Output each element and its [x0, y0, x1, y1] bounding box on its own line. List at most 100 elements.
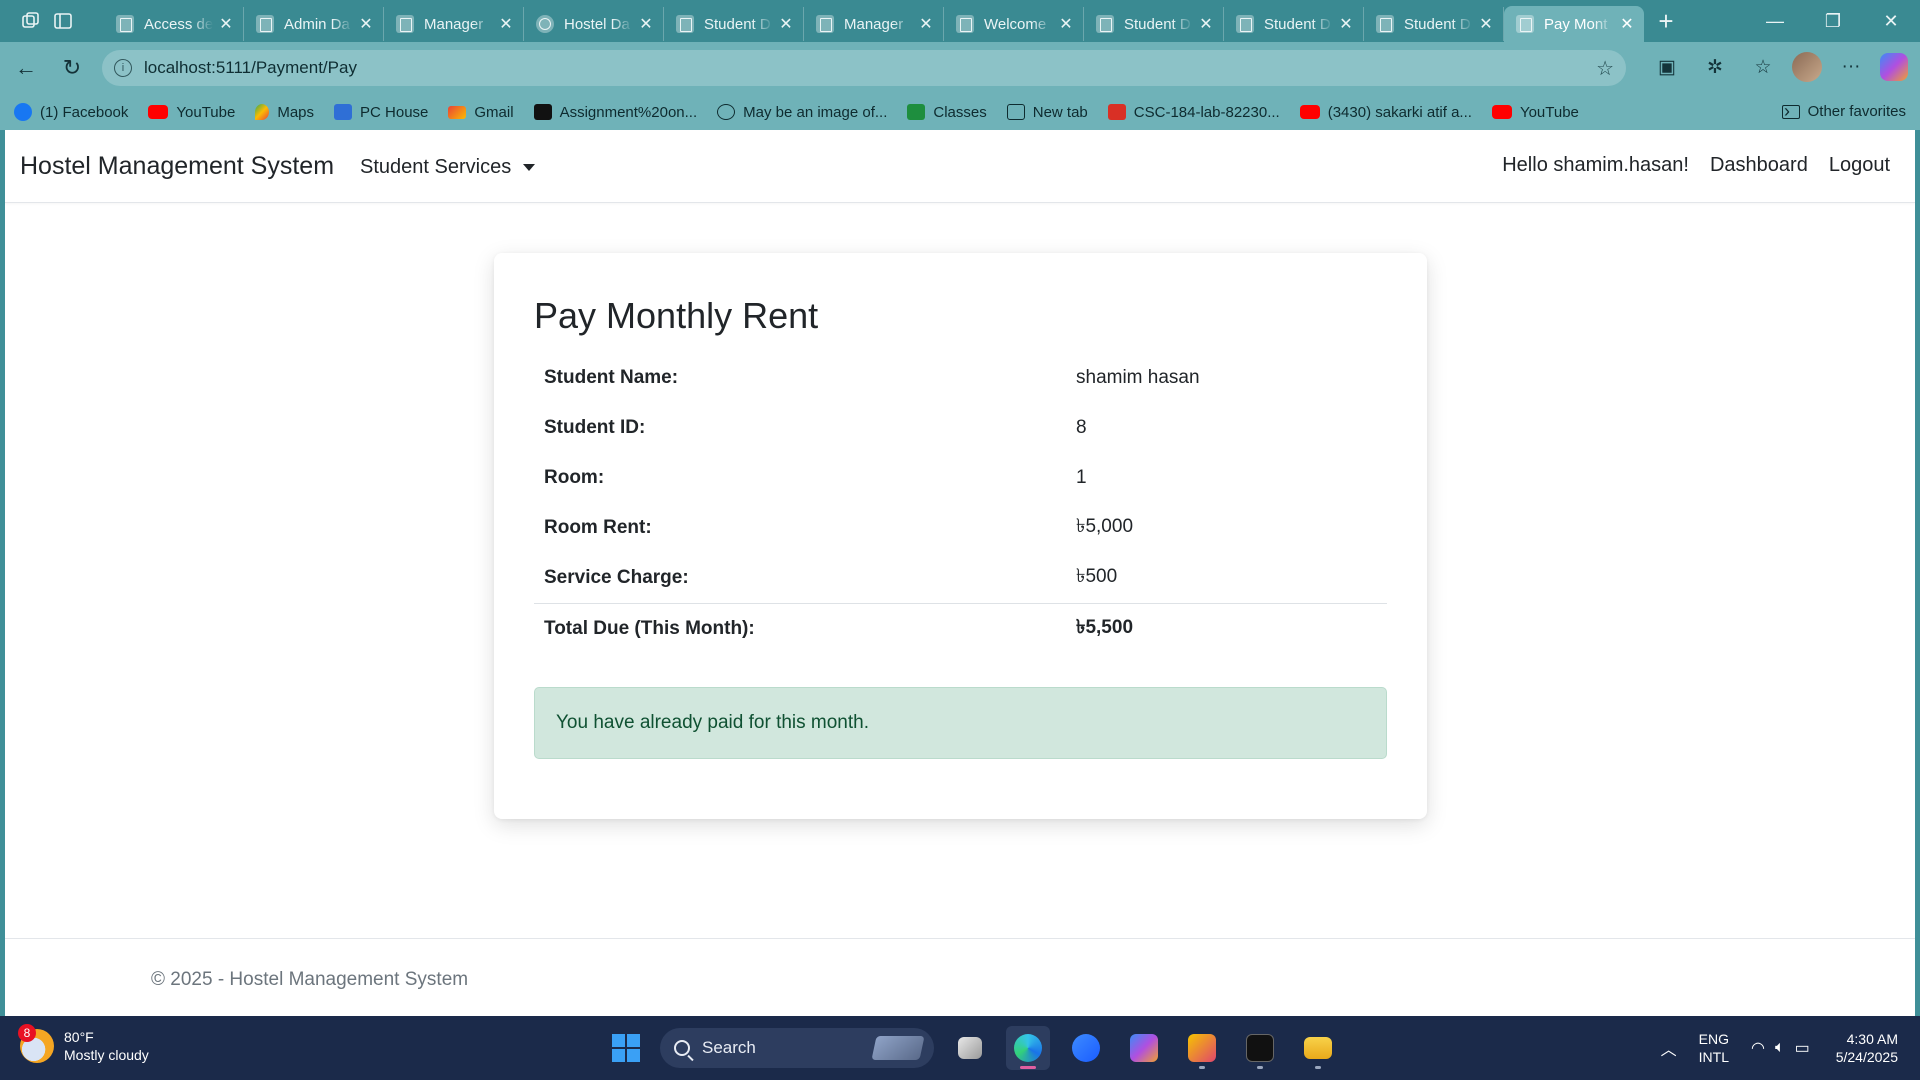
bookmark-label: (3430) sakarki atif a... [1327, 103, 1472, 121]
dashboard-link[interactable]: Dashboard [1710, 154, 1808, 177]
copilot-icon[interactable] [1880, 53, 1908, 81]
close-tab-icon[interactable]: ✕ [357, 14, 375, 34]
student-services-dropdown[interactable]: Student Services [360, 156, 536, 179]
profile-avatar[interactable] [1792, 52, 1822, 82]
browser-tab[interactable]: Student D ✕ [1084, 7, 1224, 41]
windows-start-icon[interactable] [606, 1028, 646, 1068]
volume-icon[interactable]: 🔈︎ [1775, 1039, 1785, 1057]
snipping-tool-icon[interactable] [1180, 1026, 1224, 1070]
wifi-icon[interactable]: ◠ [1751, 1038, 1765, 1058]
messenger-icon[interactable] [1064, 1026, 1108, 1070]
page-viewport: Hostel Management System Student Service… [5, 130, 1915, 1016]
browser-tab[interactable]: Manager ✕ [384, 7, 524, 41]
restore-icon[interactable]: ❐ [1804, 0, 1862, 42]
nt-icon [1006, 104, 1025, 120]
url-text: localhost:5111/Payment/Pay [144, 58, 357, 77]
other-favorites[interactable]: Other favorites [1781, 103, 1906, 120]
bookmark-label: Gmail [474, 103, 514, 121]
browser-tab[interactable]: Pay Mont ✕ [1504, 6, 1644, 42]
bookmark-item[interactable]: (3430) sakarki atif a... [1299, 103, 1472, 121]
new-tab-button[interactable]: + [1648, 6, 1684, 37]
task-view-icon[interactable] [948, 1026, 992, 1070]
weather-widget[interactable]: 8 80°F Mostly cloudy [18, 1024, 149, 1064]
search-icon [674, 1040, 690, 1056]
refresh-icon[interactable]: ↻ [52, 48, 92, 88]
favorite-star-icon[interactable]: ☆ [1596, 56, 1614, 81]
bookmark-label: YouTube [176, 103, 236, 121]
close-tab-icon[interactable]: ✕ [1057, 14, 1075, 34]
globe-icon [536, 15, 554, 33]
page-icon [256, 15, 274, 33]
bookmark-item[interactable]: May be an image of... [717, 104, 887, 121]
bookmark-item[interactable]: New tab [1006, 104, 1088, 121]
tab-actions-icon[interactable] [50, 8, 76, 34]
browser-tab[interactable]: Hostel Da ✕ [524, 7, 664, 41]
url-input[interactable]: i localhost:5111/Payment/Pay ☆ [102, 50, 1626, 86]
close-tab-icon[interactable]: ✕ [637, 14, 655, 34]
edge-browser-icon[interactable] [1006, 1026, 1050, 1070]
yt-icon [1299, 105, 1320, 119]
page-icon [1096, 15, 1114, 33]
close-tab-icon[interactable]: ✕ [1477, 14, 1495, 34]
show-hidden-icons-chevron[interactable]: ︿ [1661, 1036, 1677, 1060]
extensions-icon[interactable]: ✲ [1696, 48, 1734, 86]
close-tab-icon[interactable]: ✕ [497, 14, 515, 34]
student-services-label: Student Services [360, 156, 512, 178]
close-window-icon[interactable]: ✕ [1862, 0, 1920, 42]
workspaces-icon[interactable] [18, 8, 44, 34]
bookmark-item[interactable]: Maps [255, 104, 314, 121]
bookmark-item[interactable]: Classes [907, 104, 987, 121]
doc-icon [533, 104, 552, 120]
footer-copyright: © 2025 - Hostel Management System [151, 969, 469, 990]
copilot-app-icon[interactable] [1122, 1026, 1166, 1070]
bookmark-item[interactable]: Assignment%20on... [533, 104, 697, 121]
browser-tab[interactable]: Student D ✕ [1364, 7, 1504, 41]
yt-icon [148, 105, 169, 119]
battery-icon[interactable]: ▭ [1795, 1038, 1810, 1058]
browser-tab[interactable]: Manager ✕ [804, 7, 944, 41]
browser-tab[interactable]: Admin Da ✕ [244, 7, 384, 41]
system-clock[interactable]: 4:30 AM 5/24/2025 [1836, 1030, 1898, 1066]
close-tab-icon[interactable]: ✕ [1337, 14, 1355, 34]
bookmark-item[interactable]: Gmail [448, 103, 514, 121]
other-favorites-label: Other favorites [1807, 103, 1906, 120]
user-greeting[interactable]: Hello shamim.hasan! [1502, 154, 1689, 177]
fb-icon [14, 103, 32, 121]
site-info-icon[interactable]: i [114, 59, 132, 77]
bookmark-item[interactable]: YouTube [1491, 104, 1579, 121]
logout-link[interactable]: Logout [1829, 154, 1890, 177]
bookmark-item[interactable]: YouTube [148, 104, 235, 121]
detail-row: Student ID: 8 [534, 403, 1387, 453]
alert-message: You have already paid for this month. [556, 712, 869, 733]
browser-tab[interactable]: Welcome ✕ [944, 7, 1084, 41]
close-tab-icon[interactable]: ✕ [777, 14, 795, 34]
minimize-icon[interactable]: — [1746, 0, 1804, 42]
site-brand[interactable]: Hostel Management System [20, 152, 334, 181]
page-icon [1376, 15, 1394, 33]
page-icon [956, 15, 974, 33]
file-explorer-icon[interactable] [1296, 1026, 1340, 1070]
more-menu-icon[interactable]: ··· [1832, 48, 1870, 86]
cls-icon [907, 104, 926, 120]
bookmark-item[interactable]: (1) Facebook [14, 103, 128, 121]
close-tab-icon[interactable]: ✕ [917, 14, 935, 34]
close-tab-icon[interactable]: ✕ [1618, 14, 1636, 34]
split-screen-icon[interactable]: ▣ [1648, 48, 1686, 86]
browser-tab[interactable]: Student D ✕ [1224, 7, 1364, 41]
terminal-app-icon[interactable] [1238, 1026, 1282, 1070]
tab-label: Access de [144, 15, 213, 33]
bookmark-item[interactable]: PC House [334, 104, 428, 121]
language-indicator[interactable]: ENG INTL [1699, 1030, 1729, 1066]
close-tab-icon[interactable]: ✕ [1197, 14, 1215, 34]
favorites-icon[interactable]: ☆ [1744, 48, 1782, 86]
tab-label: Manager [424, 15, 484, 33]
bookmark-item[interactable]: CSC-184-lab-82230... [1107, 104, 1280, 121]
page-icon [1516, 15, 1534, 33]
taskbar-search[interactable]: Search [660, 1028, 934, 1068]
close-tab-icon[interactable]: ✕ [217, 14, 235, 34]
cloudy-weather-icon: 8 [18, 1024, 54, 1063]
browser-tab[interactable]: Student D ✕ [664, 7, 804, 41]
page-icon [676, 15, 694, 33]
back-icon[interactable]: ← [6, 48, 46, 88]
browser-tab[interactable]: Access de ✕ [104, 7, 244, 41]
